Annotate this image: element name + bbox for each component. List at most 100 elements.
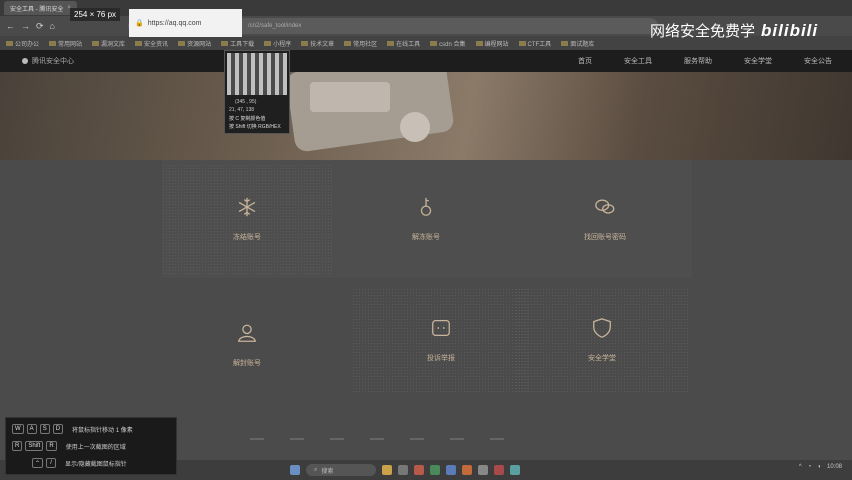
banner-screen-image bbox=[310, 82, 390, 112]
footer-links bbox=[250, 438, 504, 440]
footer-link[interactable] bbox=[250, 438, 264, 440]
app-icon[interactable] bbox=[510, 465, 520, 475]
service-label: 安全学堂 bbox=[588, 355, 616, 362]
start-icon[interactable] bbox=[290, 465, 300, 475]
service-label: 冻结账号 bbox=[233, 234, 261, 241]
bookmark-item[interactable]: 安全资讯 bbox=[135, 39, 168, 48]
bookmark-item[interactable]: csdn 合集 bbox=[430, 39, 466, 48]
system-tray: ^ ◔ ◖ 10:08 bbox=[799, 464, 842, 470]
bookmark-item[interactable]: 技术文章 bbox=[301, 39, 334, 48]
taskbar-search[interactable]: ⌕ 搜索 bbox=[306, 464, 376, 476]
lock-icon: 🔒 bbox=[135, 20, 144, 27]
banner-button-image bbox=[400, 112, 430, 142]
watermark-text: 网络安全免费学 bbox=[650, 23, 756, 40]
footer-link[interactable] bbox=[330, 438, 344, 440]
url-visible-text: https://aq.qq.com bbox=[147, 19, 202, 27]
folder-icon bbox=[475, 40, 483, 46]
key-cap: S bbox=[39, 424, 50, 434]
footer-link[interactable] bbox=[490, 438, 504, 440]
bookmark-item[interactable]: 公司办公 bbox=[6, 39, 39, 48]
service-label: 解封账号 bbox=[233, 360, 261, 367]
menu-item-notices[interactable]: 安全公告 bbox=[804, 56, 832, 66]
key-hint-desc: 使用上一次截图的区域 bbox=[65, 444, 126, 451]
bookmark-item[interactable]: 资源网站 bbox=[178, 39, 211, 48]
chat-icon bbox=[595, 199, 615, 214]
folder-icon bbox=[135, 40, 143, 46]
picker-shift-hint: 按 Shift 切换 RGB/HEX bbox=[229, 124, 281, 130]
folder-icon bbox=[344, 40, 352, 46]
reload-icon[interactable]: ⟳ bbox=[36, 21, 44, 32]
taskbar-apps: ⌕ 搜索 bbox=[290, 464, 520, 476]
service-card-academy[interactable]: 安全学堂 bbox=[515, 288, 689, 392]
picker-coordinates: (345 , 95) bbox=[235, 99, 257, 105]
tab-title: 安全工具 - 腾讯安全 bbox=[10, 6, 64, 13]
bookmark-item[interactable]: 小程序 bbox=[264, 39, 291, 48]
footer-link[interactable] bbox=[450, 438, 464, 440]
browser-tab[interactable]: 安全工具 - 腾讯安全 × bbox=[4, 1, 77, 15]
app-icon[interactable] bbox=[430, 465, 440, 475]
key-cap: R bbox=[12, 441, 23, 451]
key-cap: D bbox=[52, 424, 64, 434]
bookmark-item[interactable]: 编程网站 bbox=[475, 39, 509, 48]
key-icon bbox=[420, 197, 432, 216]
hero-banner bbox=[0, 72, 852, 160]
bookmark-item[interactable]: 常用社区 bbox=[344, 39, 377, 48]
app-icon[interactable] bbox=[478, 465, 488, 475]
menu-item-help[interactable]: 服务帮助 bbox=[684, 56, 712, 66]
color-picker-magnifier: (345 , 95) 21, 47, 138 按 C 复制颜色值 按 Shift… bbox=[224, 50, 290, 134]
app-icon[interactable] bbox=[414, 465, 424, 475]
selection-size-readout: 254 × 76 px bbox=[70, 8, 121, 21]
service-card-freeze[interactable]: 冻结账号 bbox=[162, 164, 332, 274]
folder-icon bbox=[387, 40, 395, 46]
search-icon: ⌕ bbox=[314, 466, 318, 473]
key-hint-row: R Shift R 使用上一次截图的区域 bbox=[12, 441, 126, 451]
site-menu: 首页 安全工具 服务帮助 安全学堂 安全公告 bbox=[578, 50, 832, 72]
service-card-recover-password[interactable]: 找回账号密码 bbox=[520, 164, 690, 274]
bookmark-item[interactable]: 漏洞文库 bbox=[92, 39, 125, 48]
folder-icon bbox=[561, 40, 569, 46]
home-icon[interactable]: ⌂ bbox=[50, 21, 55, 31]
site-navbar: 腾讯安全中心 首页 安全工具 服务帮助 安全学堂 安全公告 bbox=[0, 50, 852, 72]
app-icon[interactable] bbox=[494, 465, 504, 475]
clock-time[interactable]: 10:08 bbox=[827, 464, 842, 470]
key-cap: / bbox=[46, 458, 57, 468]
service-label: 找回账号密码 bbox=[584, 234, 626, 241]
site-logo-text: 腾讯安全中心 bbox=[32, 58, 74, 65]
snowflake-icon bbox=[238, 197, 256, 217]
bookmark-item[interactable]: CTF工具 bbox=[518, 39, 551, 48]
folder-icon bbox=[178, 40, 186, 46]
forward-icon[interactable]: → bbox=[21, 21, 30, 31]
volume-icon[interactable]: ◖ bbox=[817, 464, 821, 470]
taskbar-search-placeholder: 搜索 bbox=[321, 468, 334, 475]
service-card-report[interactable]: 投诉举报 bbox=[352, 288, 530, 392]
bookmark-item[interactable]: 面试题库 bbox=[561, 39, 594, 48]
footer-link[interactable] bbox=[410, 438, 424, 440]
key-hint-desc: 将鼠标指针移动 1 像素 bbox=[72, 427, 133, 434]
bookmark-item[interactable]: 工具下载 bbox=[221, 39, 254, 48]
footer-link[interactable] bbox=[370, 438, 384, 440]
picker-copy-hint: 按 C 复制颜色值 bbox=[229, 116, 266, 122]
tray-chevron-icon[interactable]: ^ bbox=[799, 464, 802, 470]
app-icon[interactable] bbox=[382, 465, 392, 475]
folder-icon bbox=[518, 40, 526, 46]
app-icon[interactable] bbox=[462, 465, 472, 475]
folder-icon bbox=[6, 40, 13, 46]
bilibili-logo: bilibili bbox=[761, 20, 819, 40]
bookmark-item[interactable]: 常用网站 bbox=[49, 39, 82, 48]
app-icon[interactable] bbox=[446, 465, 456, 475]
picker-rgb: 21, 47, 138 bbox=[229, 107, 255, 113]
menu-item-home[interactable]: 首页 bbox=[578, 56, 592, 66]
network-icon[interactable]: ◔ bbox=[808, 464, 812, 470]
site-logo[interactable]: 腾讯安全中心 bbox=[22, 56, 74, 66]
service-card-unfreeze[interactable]: 解冻账号 bbox=[341, 164, 511, 274]
menu-item-tools[interactable]: 安全工具 bbox=[624, 56, 652, 66]
folder-icon bbox=[92, 40, 100, 46]
back-icon[interactable]: ← bbox=[6, 21, 15, 31]
footer-link[interactable] bbox=[290, 438, 304, 440]
bookmark-item[interactable]: 在线工具 bbox=[387, 39, 420, 48]
app-icon[interactable] bbox=[398, 465, 408, 475]
menu-item-academy[interactable]: 安全学堂 bbox=[744, 56, 772, 66]
shield-icon bbox=[593, 318, 611, 338]
folder-icon bbox=[49, 40, 57, 46]
service-card-unblock[interactable]: 解封账号 bbox=[162, 290, 332, 400]
